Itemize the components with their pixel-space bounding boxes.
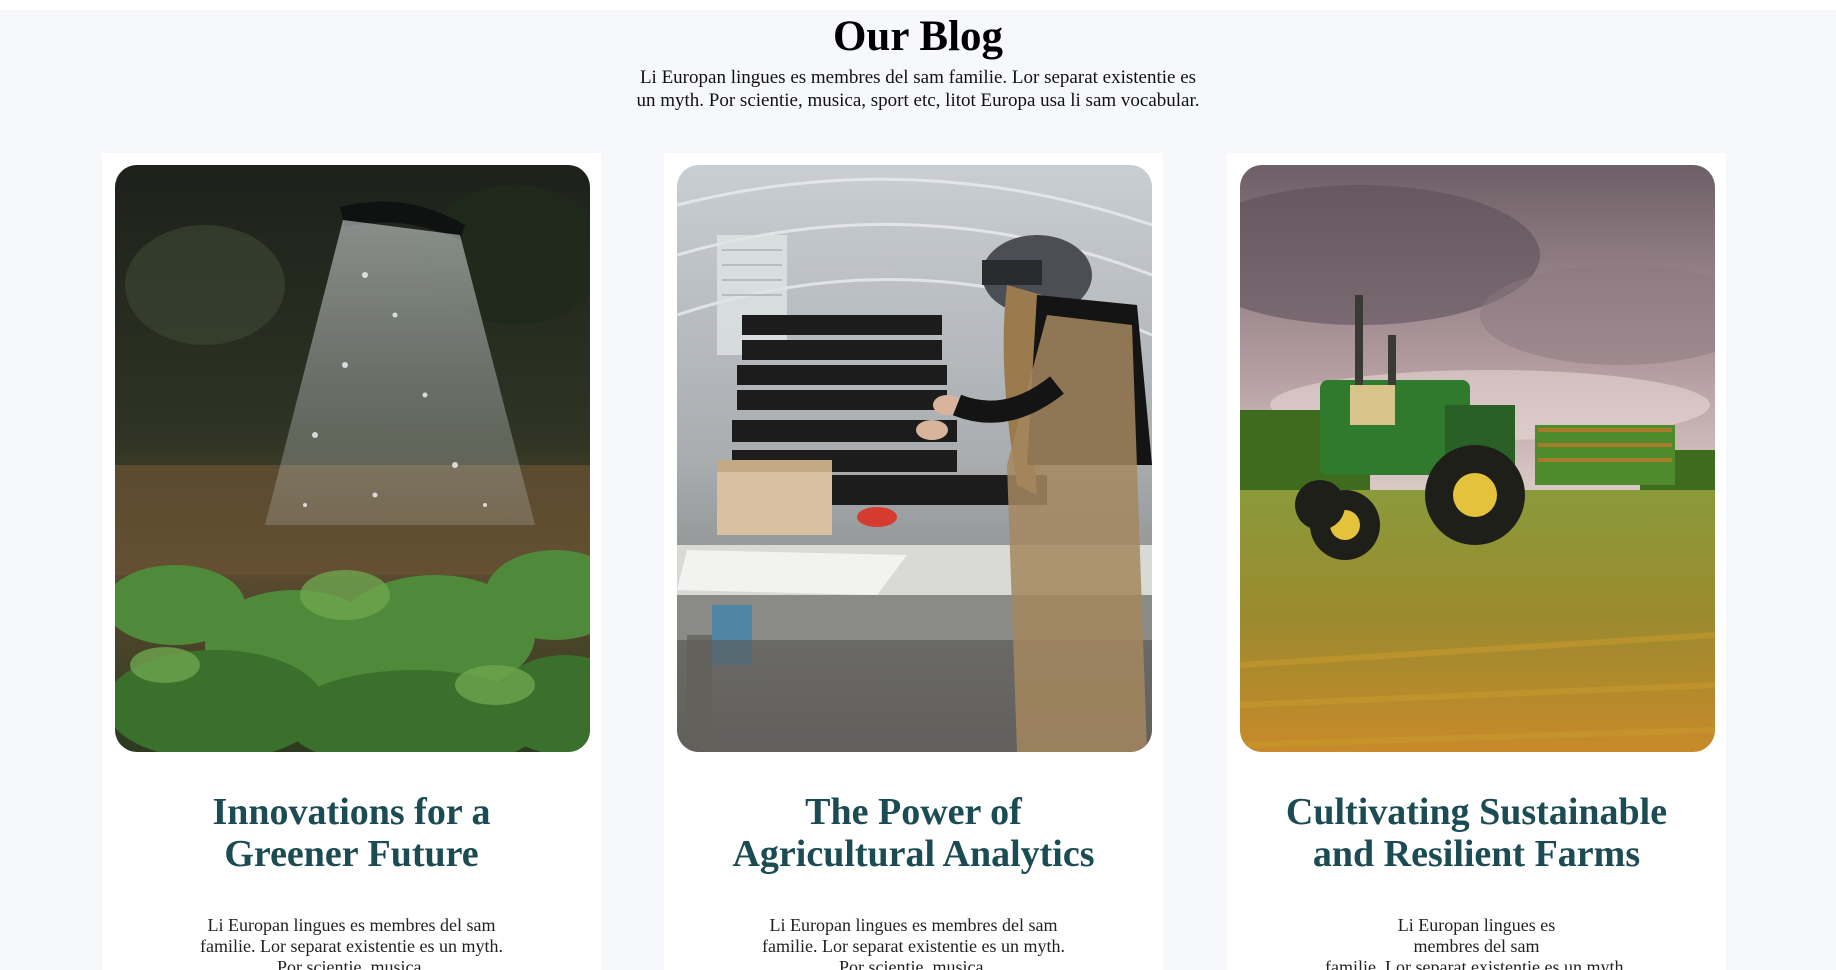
card-excerpt-line: familie. Lor separat existentie es un my… bbox=[762, 936, 1065, 956]
card-title-line: and Resilient Farms bbox=[1312, 833, 1641, 875]
page-title: Our Blog bbox=[832, 13, 1004, 60]
card-excerpt-line: Li Europan lingues es membres del sam bbox=[769, 915, 1058, 935]
card-title-line: Cultivating Sustainable bbox=[1285, 791, 1668, 833]
card-title-line: Agricultural Analytics bbox=[732, 833, 1095, 875]
card-title[interactable]: The Power of Agricultural Analytics bbox=[664, 791, 1163, 875]
blog-card-sustainable-farms[interactable]: Cultivating Sustainable and Resilient Fa… bbox=[1227, 153, 1726, 970]
card-title-line: Innovations for a bbox=[212, 791, 491, 833]
card-title-line: Greener Future bbox=[224, 833, 479, 875]
blog-intro-line: Li Europan lingues es membres del sam fa… bbox=[639, 67, 1197, 88]
card-excerpt-line: Li Europan lingues es membres del sam bbox=[207, 915, 496, 935]
blog-intro: Li Europan lingues es membres del sam fa… bbox=[613, 66, 1223, 112]
card-excerpt: Li Europan lingues es membres del sam fa… bbox=[102, 915, 601, 970]
card-excerpt-line: Li Europan lingues es bbox=[1397, 915, 1556, 935]
card-title[interactable]: Cultivating Sustainable and Resilient Fa… bbox=[1227, 791, 1726, 875]
card-excerpt-line: familie. Lor separat existentie es un my… bbox=[200, 936, 503, 956]
blog-header: Our Blog Li Europan lingues es membres d… bbox=[0, 10, 1836, 112]
tractor-field-photo[interactable] bbox=[1240, 165, 1715, 752]
blog-page: Our Blog Li Europan lingues es membres d… bbox=[0, 10, 1836, 970]
card-title-line: The Power of bbox=[805, 791, 1022, 833]
card-excerpt: Li Europan lingues es membres del sam fa… bbox=[1227, 915, 1726, 970]
greenhouse-seedling-photo[interactable] bbox=[677, 165, 1152, 752]
blog-intro-line: un myth. Por scientie, musica, sport etc… bbox=[636, 90, 1200, 111]
watering-can-garden-photo[interactable] bbox=[115, 165, 590, 752]
card-excerpt-line: membres del sam bbox=[1413, 936, 1540, 956]
card-excerpt: Li Europan lingues es membres del sam fa… bbox=[664, 915, 1163, 970]
card-excerpt-line: familie. Lor separat existentie es un my… bbox=[1325, 957, 1628, 970]
blog-card-innovations[interactable]: Innovations for a Greener Future Li Euro… bbox=[102, 153, 601, 970]
card-excerpt-line: Por scientie, musica, bbox=[277, 957, 426, 970]
blog-card-analytics[interactable]: The Power of Agricultural Analytics Li E… bbox=[664, 153, 1163, 970]
card-excerpt-line: Por scientie, musica, bbox=[839, 957, 988, 970]
card-title[interactable]: Innovations for a Greener Future bbox=[102, 791, 601, 875]
